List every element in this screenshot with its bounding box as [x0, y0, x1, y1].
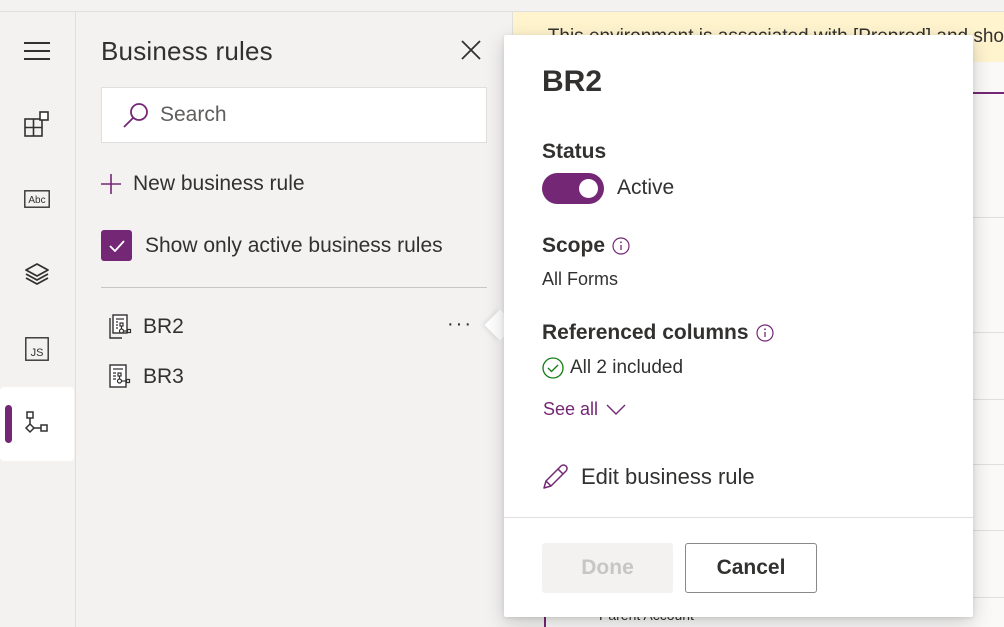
left-rail: Abc JS [0, 12, 76, 627]
status-value: Active [617, 176, 675, 199]
status-label: Status [542, 140, 606, 164]
edit-business-rule-label: Edit business rule [581, 463, 755, 489]
info-icon[interactable] [755, 324, 774, 342]
active-rules-checkbox[interactable] [101, 230, 132, 261]
close-icon [461, 40, 481, 60]
callout-divider [504, 517, 973, 518]
rule-list-item[interactable]: BR3 [101, 355, 487, 399]
search-icon [123, 103, 148, 128]
hamburger-icon [24, 42, 50, 60]
panel-title: Business rules [101, 36, 273, 66]
svg-text:JS: JS [31, 347, 44, 359]
business-rule-callout: BR2 Status Active Scope All Forms Refere… [504, 35, 973, 617]
rail-text-field-button[interactable]: Abc [0, 162, 74, 236]
referenced-columns-label: Referenced columns [542, 321, 774, 345]
svg-text:Abc: Abc [28, 195, 45, 206]
close-panel-button[interactable] [459, 38, 483, 62]
js-icon: JS [25, 337, 49, 361]
referenced-columns-summary: All 2 included [542, 357, 683, 379]
business-rule-doc-icon [109, 314, 132, 339]
chevron-down-icon [606, 404, 626, 415]
business-rules-panel: Business rules New business rule Show on… [77, 12, 511, 627]
scope-label: Scope [542, 234, 630, 258]
new-business-rule-button[interactable]: New business rule [101, 172, 305, 196]
done-button[interactable]: Done [542, 543, 673, 593]
checkmark-icon [108, 239, 125, 252]
rail-layers-button[interactable] [0, 237, 74, 311]
search-input[interactable] [160, 103, 460, 127]
plus-icon [101, 174, 121, 194]
text-field-icon: Abc [24, 190, 50, 208]
check-circle-icon [542, 357, 564, 379]
referenced-columns-summary-text: All 2 included [570, 357, 684, 378]
scope-value: All Forms [542, 269, 618, 289]
active-rules-filter-label: Show only active business rules [145, 233, 443, 257]
panel-divider [101, 287, 487, 288]
more-options-button[interactable]: ··· [447, 313, 473, 336]
info-icon[interactable] [612, 237, 630, 255]
status-toggle[interactable] [542, 173, 604, 204]
active-indicator [5, 405, 12, 443]
see-all-link[interactable]: See all [543, 399, 626, 420]
rail-components-button[interactable] [0, 87, 74, 161]
rule-name: BR3 [143, 365, 184, 388]
edit-business-rule-button[interactable]: Edit business rule [542, 463, 755, 490]
toggle-knob [579, 179, 598, 198]
cancel-button[interactable]: Cancel [685, 543, 817, 593]
rule-list-item[interactable]: BR2 ··· [101, 305, 487, 349]
rail-menu-button[interactable] [0, 14, 74, 88]
pencil-icon [543, 464, 568, 489]
business-rule-doc-icon [109, 364, 131, 388]
business-rule-icon [24, 411, 48, 434]
scope-label-text: Scope [542, 234, 606, 257]
top-strip [0, 0, 1004, 12]
callout-title: BR2 [542, 65, 603, 98]
new-business-rule-label: New business rule [133, 172, 305, 195]
referenced-columns-label-text: Referenced columns [542, 321, 749, 344]
rail-js-button[interactable]: JS [0, 312, 74, 386]
search-box[interactable] [101, 87, 487, 143]
see-all-text: See all [543, 399, 599, 419]
rule-name: BR2 [143, 315, 184, 338]
status-label-text: Status [542, 140, 607, 163]
components-icon [24, 111, 49, 137]
active-rules-filter[interactable]: Show only active business rules [101, 230, 443, 261]
rail-business-rules-button[interactable] [0, 387, 74, 461]
layers-icon [25, 263, 49, 285]
